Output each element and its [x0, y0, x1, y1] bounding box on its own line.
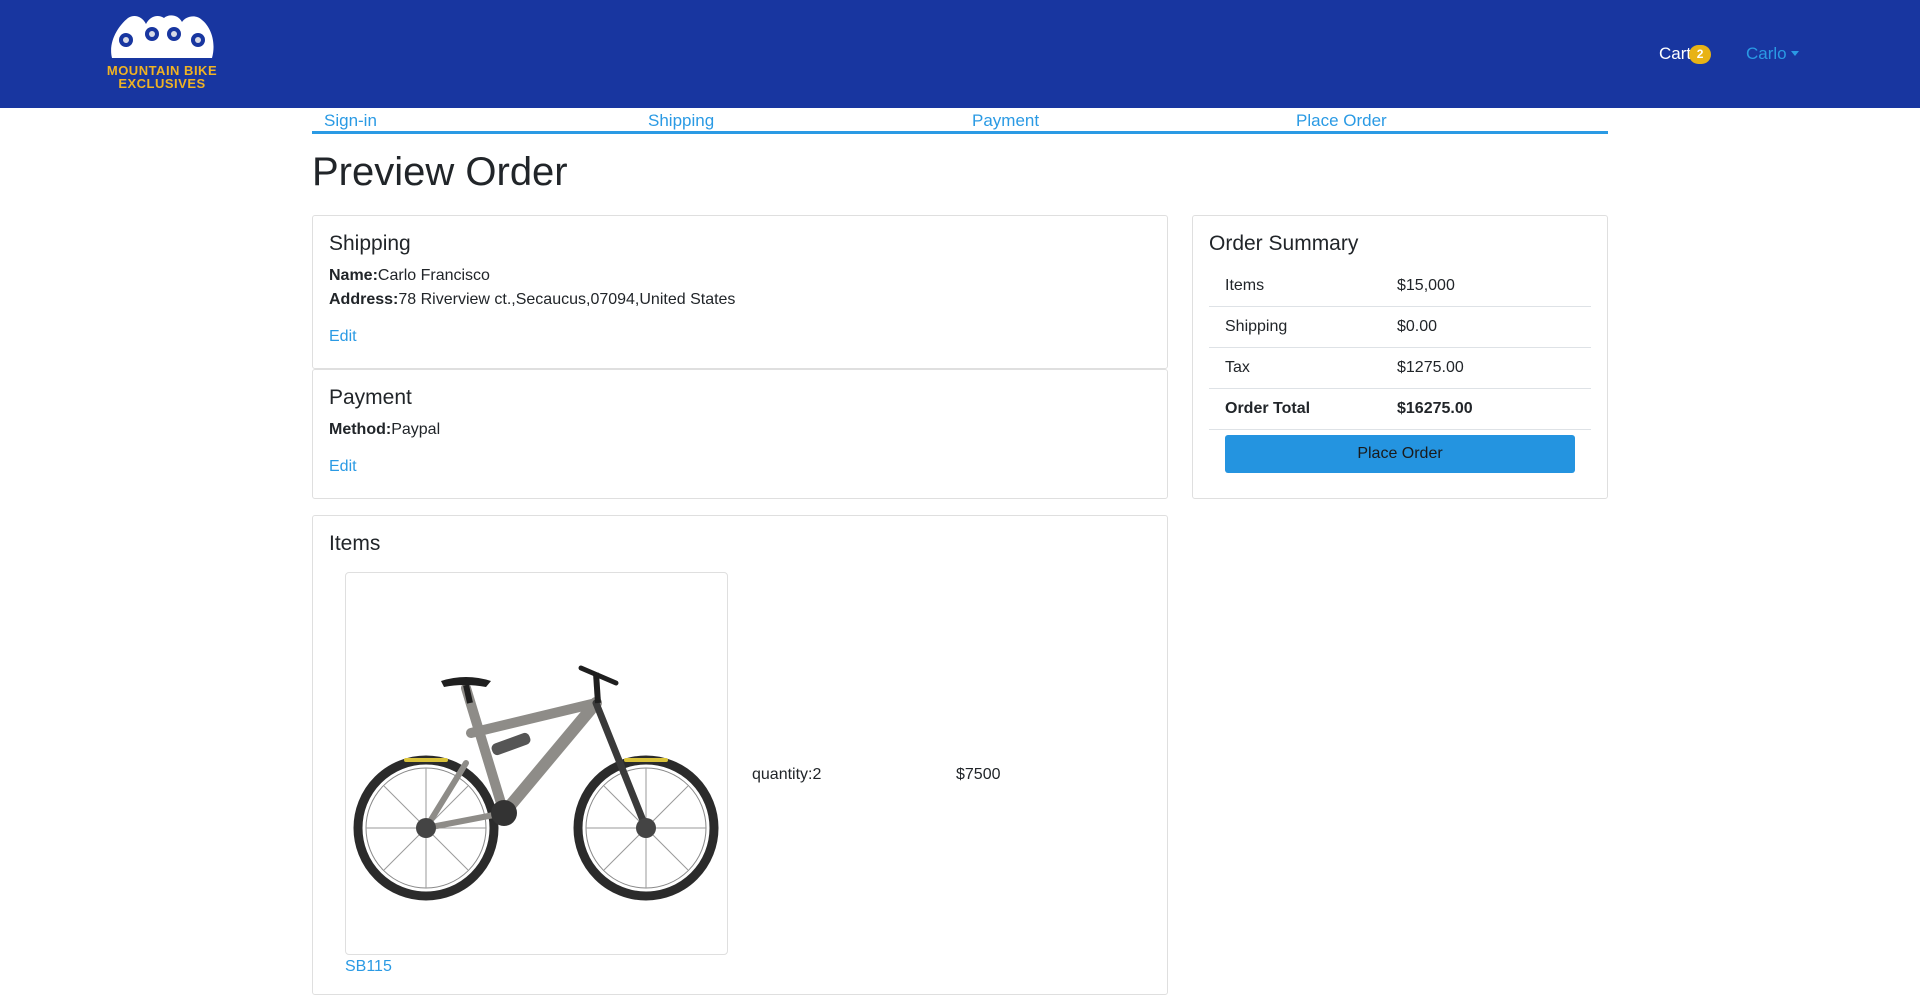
chain-logo-icon	[111, 15, 214, 59]
payment-method-line: Method:Paypal	[329, 418, 440, 442]
item-name-link[interactable]: SB115	[345, 958, 392, 976]
checkout-steps: Sign-in Shipping Payment Place Order	[312, 108, 1608, 134]
summary-total-value: $16275.00	[1397, 400, 1473, 417]
shipping-name-value: Carlo Francisco	[377, 267, 490, 284]
user-name: Carlo	[1746, 44, 1787, 63]
summary-total-label: Order Total	[1225, 400, 1311, 417]
order-summary-table: Items $15,000 Shipping $0.00 Tax $1275.0…	[1209, 266, 1591, 430]
place-order-button[interactable]: Place Order	[1225, 435, 1575, 473]
page-title: Preview Order	[312, 150, 568, 194]
summary-shipping-value: $0.00	[1397, 318, 1438, 335]
payment-card: Payment Method:Paypal Edit	[312, 369, 1168, 499]
user-menu-dropdown[interactable]: Carlo	[1746, 44, 1799, 64]
order-summary-title: Order Summary	[1209, 232, 1359, 255]
summary-row-shipping: Shipping $0.00	[1209, 307, 1591, 348]
logo-text-line2: EXCLUSIVES	[118, 76, 206, 91]
shipping-address-line: Address:78 Riverview ct.,Secaucus,07094,…	[329, 288, 735, 312]
shipping-edit-link[interactable]: Edit	[329, 328, 357, 346]
shipping-name-line: Name:Carlo Francisco	[329, 264, 490, 288]
items-title: Items	[329, 532, 381, 555]
item-quantity: quantity:2	[752, 766, 822, 783]
top-navbar: MOUNTAIN BIKE EXCLUSIVES Cart 2 Carlo	[0, 0, 1920, 108]
item-price: $7500	[956, 766, 1001, 783]
step-shipping[interactable]: Shipping	[636, 108, 960, 131]
payment-edit-link[interactable]: Edit	[329, 458, 357, 476]
items-card: Items quantity:2 $7500 SB115	[312, 515, 1168, 995]
step-place-order[interactable]: Place Order	[1284, 108, 1608, 131]
product-image[interactable]	[345, 572, 728, 955]
summary-items-label: Items	[1225, 277, 1265, 294]
step-payment[interactable]: Payment	[960, 108, 1284, 131]
shipping-name-label: Name:	[329, 267, 378, 284]
summary-row-items: Items $15,000	[1209, 266, 1591, 307]
summary-row-order-total: Order Total $16275.00	[1209, 389, 1591, 430]
order-summary-card: Order Summary Items $15,000 Shipping $0.…	[1192, 215, 1608, 499]
payment-method-label: Method:	[329, 421, 392, 438]
cart-link[interactable]: Cart 2	[1659, 44, 1712, 64]
cart-label: Cart	[1659, 44, 1692, 63]
summary-tax-label: Tax	[1225, 359, 1250, 376]
shipping-title: Shipping	[329, 232, 411, 255]
caret-down-icon	[1790, 51, 1799, 56]
mountain-bike-icon	[353, 665, 719, 901]
summary-shipping-label: Shipping	[1225, 318, 1288, 335]
payment-method-value: Paypal	[391, 421, 441, 438]
shipping-address-value: 78 Riverview ct.,Secaucus,07094,United S…	[398, 291, 736, 308]
shipping-card: Shipping Name:Carlo Francisco Address:78…	[312, 215, 1168, 369]
shipping-address-label: Address:	[329, 291, 399, 308]
summary-tax-value: $1275.00	[1397, 359, 1464, 376]
step-sign-in[interactable]: Sign-in	[312, 108, 636, 131]
cart-count-badge: 2	[1689, 45, 1712, 64]
summary-items-value: $15,000	[1397, 277, 1455, 294]
payment-title: Payment	[329, 386, 412, 409]
brand-logo[interactable]: MOUNTAIN BIKE EXCLUSIVES	[104, 12, 220, 92]
summary-row-tax: Tax $1275.00	[1209, 348, 1591, 389]
